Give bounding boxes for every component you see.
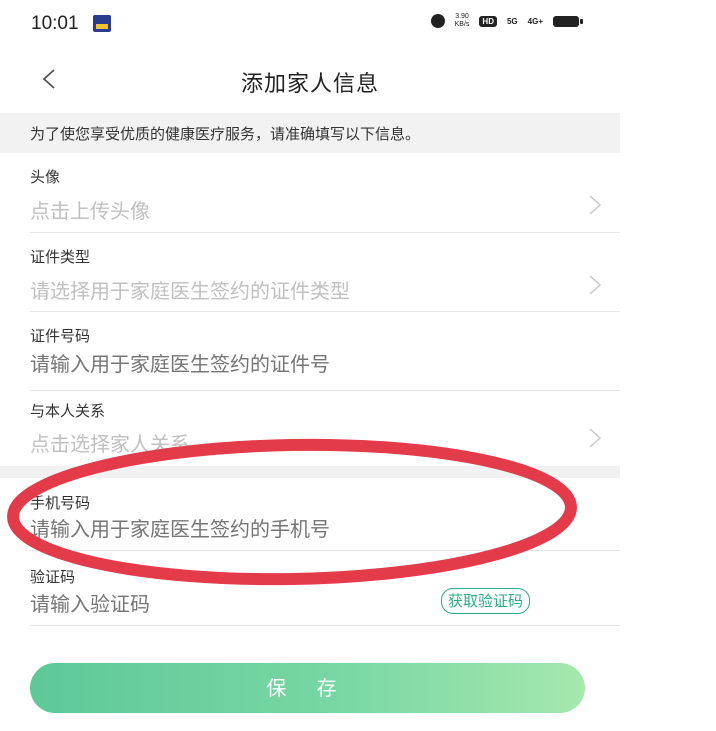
phone-label: 手机号码 (30, 494, 91, 512)
page-title: 添加家人信息 (240, 72, 379, 97)
section-gap (0, 466, 620, 478)
phone-input[interactable] (30, 517, 550, 541)
id-type-field[interactable]: 证件类型 请选择用于家庭医生签约的证件类型 (30, 238, 620, 312)
divider (30, 625, 620, 626)
hd-badge: HD (479, 15, 497, 27)
info-notice-bar: 为了使您享受优质的健康医疗服务，请准确填写以下信息。 (0, 113, 620, 153)
chevron-right-icon (588, 428, 602, 448)
id-number-label: 证件号码 (30, 327, 91, 345)
network-speed: 3.90 KB/s (455, 13, 470, 29)
avatar-field[interactable]: 头像 点击上传头像 (30, 160, 620, 233)
info-notice-text: 为了使您享受优质的健康医疗服务，请准确填写以下信息。 (30, 125, 421, 143)
id-number-field[interactable]: 证件号码 (30, 317, 620, 391)
id-type-label: 证件类型 (30, 248, 91, 266)
divider (30, 311, 620, 312)
nav-header: 添加家人信息 (0, 52, 620, 108)
chevron-right-icon (588, 275, 602, 295)
network-speed-value: 3.90 (455, 13, 469, 20)
phone-field[interactable]: 手机号码 (30, 484, 620, 551)
id-number-input[interactable] (30, 352, 530, 376)
verification-code-input[interactable] (30, 592, 330, 616)
avatar-upload-prompt[interactable]: 点击上传头像 (30, 195, 150, 224)
divider (30, 232, 620, 233)
status-time: 10:01 (31, 13, 79, 34)
status-bar: 10:01 3.90 KB/s HD 5G 4G+ (0, 0, 620, 52)
signal-5g-icon: 5G (506, 16, 518, 26)
get-code-button[interactable]: 获取验证码 (441, 588, 531, 614)
status-indicators: 3.90 KB/s HD 5G 4G+ (430, 13, 583, 29)
verification-code-label: 验证码 (30, 568, 76, 586)
relation-label: 与本人关系 (30, 402, 106, 420)
avatar-label: 头像 (30, 168, 61, 186)
notification-app-icon (93, 15, 111, 32)
verification-code-field[interactable]: 验证码 (30, 556, 620, 626)
relation-field[interactable]: 与本人关系 点击选择家人关系 (30, 396, 620, 466)
alarm-icon (430, 14, 445, 28)
id-type-select[interactable]: 请选择用于家庭医生签约的证件类型 (30, 275, 350, 304)
battery-icon (553, 15, 583, 27)
chevron-right-icon (588, 195, 602, 215)
divider (30, 390, 620, 391)
divider (30, 550, 620, 551)
signal-4g-icon: 4G+ (527, 16, 543, 26)
app-screen: 10:01 3.90 KB/s HD 5G 4G+ 添加家人信息 为了使您享受优… (0, 0, 620, 731)
save-button[interactable]: 保 存 (30, 663, 585, 713)
network-speed-unit: KB/s (454, 21, 470, 28)
relation-select[interactable]: 点击选择家人关系 (30, 428, 190, 457)
